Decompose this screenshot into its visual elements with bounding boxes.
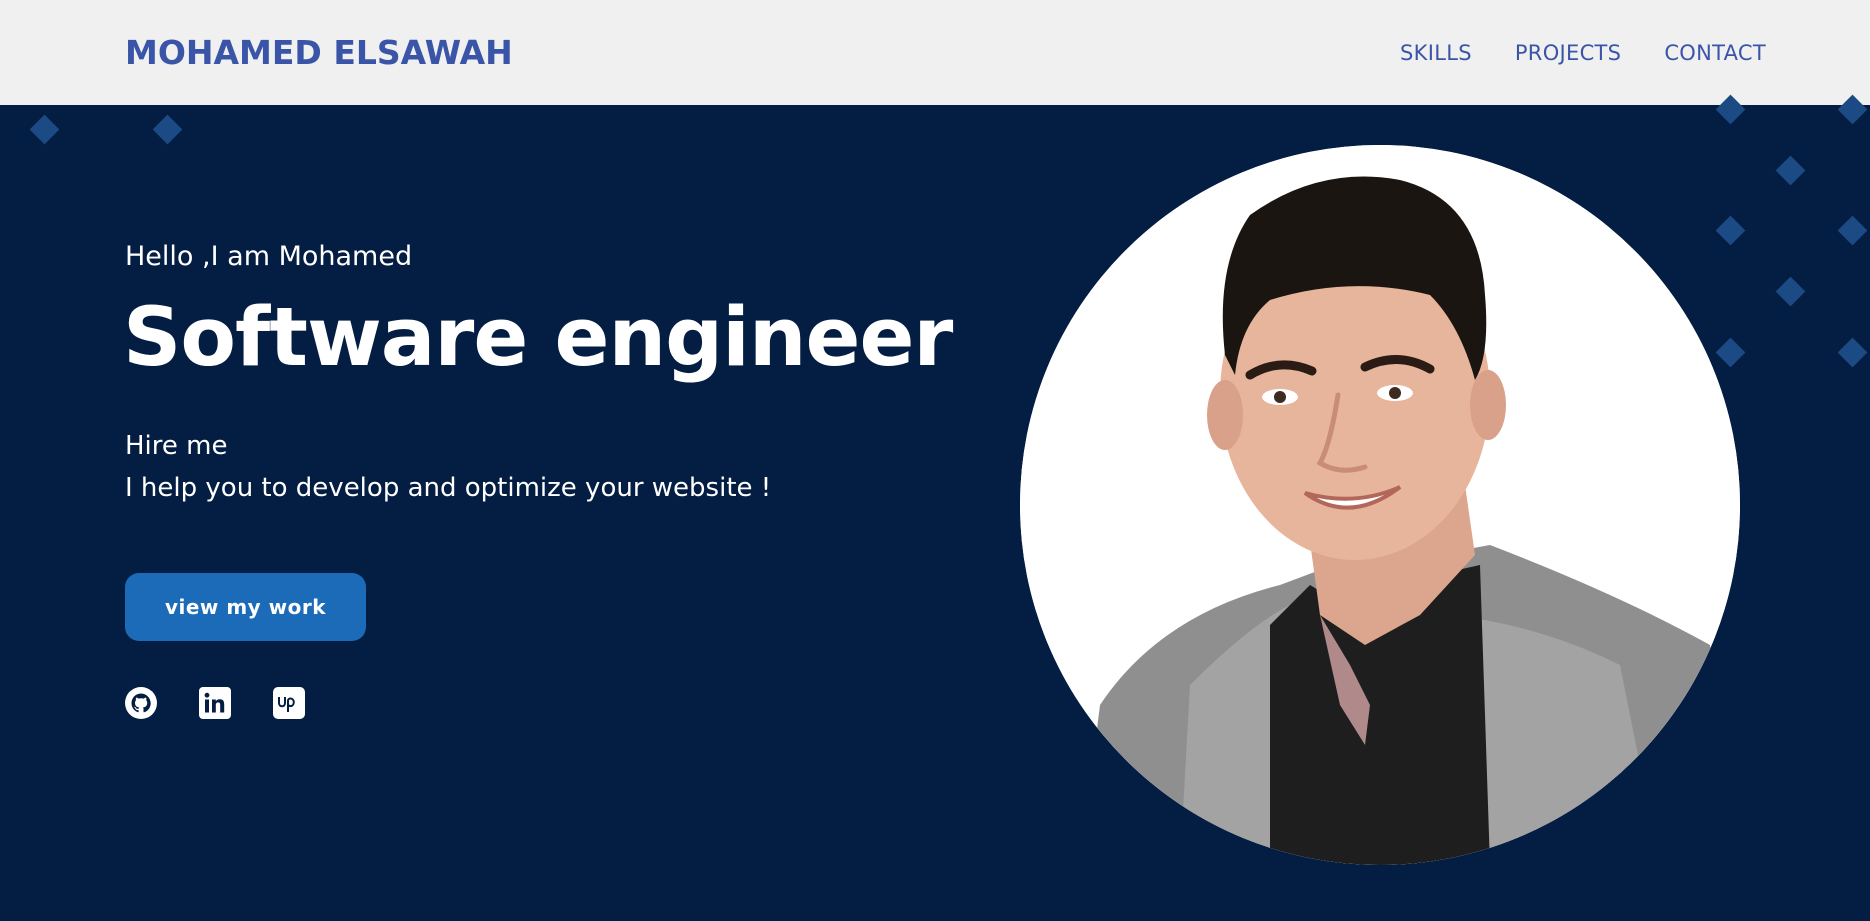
github-link[interactable] <box>125 687 157 719</box>
upwork-link[interactable] <box>273 687 305 719</box>
nav-link-contact[interactable]: CONTACT <box>1664 41 1766 65</box>
profile-photo-illustration <box>1020 145 1740 865</box>
decorative-diamond <box>1775 155 1806 186</box>
hero-tagline-hire: Hire me <box>125 431 228 461</box>
nav-link-projects[interactable]: PROJECTS <box>1515 41 1621 65</box>
linkedin-link[interactable] <box>199 687 231 719</box>
brand-logo-link[interactable]: MOHAMED ELSAWAH <box>125 33 513 72</box>
main-nav: SKILLS PROJECTS CONTACT <box>1400 41 1766 65</box>
decorative-diamond <box>1837 337 1868 368</box>
decorative-diamond <box>1775 276 1806 307</box>
github-icon <box>125 687 157 719</box>
hero-title: Software engineer <box>123 291 953 385</box>
profile-photo <box>1020 145 1740 865</box>
upwork-icon <box>273 687 305 719</box>
hero-tagline-description: I help you to develop and optimize your … <box>125 473 772 503</box>
hero-greeting: Hello ,I am Mohamed <box>125 241 413 272</box>
hero-section: Hello ,I am Mohamed Software engineer Hi… <box>0 94 1870 921</box>
decorative-diamond <box>1715 337 1746 368</box>
social-links <box>125 687 305 719</box>
nav-link-skills[interactable]: SKILLS <box>1400 41 1472 65</box>
linkedin-icon <box>199 687 231 719</box>
decorative-diamond <box>1837 215 1868 246</box>
decorative-diamond <box>29 114 60 145</box>
view-my-work-button[interactable]: view my work <box>125 573 366 641</box>
top-navbar: MOHAMED ELSAWAH SKILLS PROJECTS CONTACT <box>0 0 1870 105</box>
decorative-diamond <box>1715 215 1746 246</box>
decorative-diamond <box>152 114 183 145</box>
